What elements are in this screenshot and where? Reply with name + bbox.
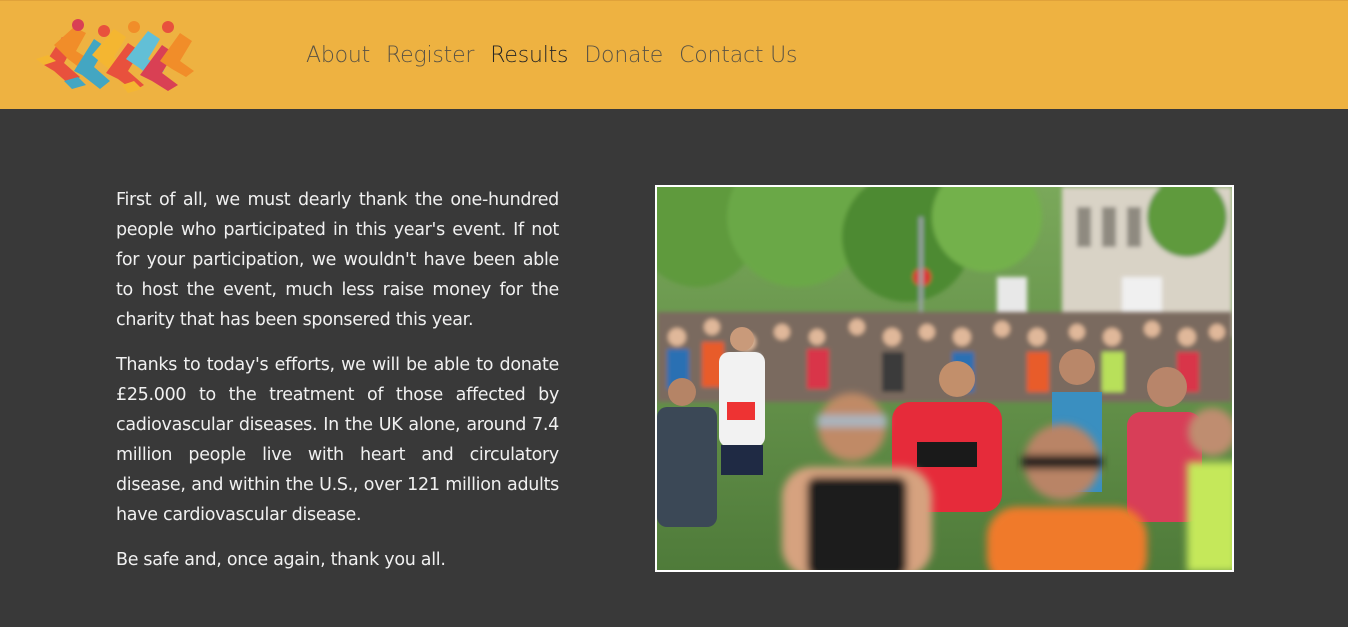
marathon-photo xyxy=(655,185,1234,572)
nav-results[interactable]: Results xyxy=(490,39,568,73)
nav-contact-us[interactable]: Contact Us xyxy=(679,39,797,73)
main-nav: About Register Results Donate Contact Us xyxy=(306,39,813,73)
nav-donate[interactable]: Donate xyxy=(584,39,663,73)
thanks-paragraph: First of all, we must dearly thank the o… xyxy=(116,190,559,330)
donation-paragraph: Thanks to today's efforts, we will be ab… xyxy=(116,355,559,525)
nav-about[interactable]: About xyxy=(306,39,370,73)
results-text: First of all, we must dearly thank the o… xyxy=(116,185,559,590)
site-header: About Register Results Donate Contact Us xyxy=(0,0,1348,109)
runners-logo[interactable] xyxy=(34,15,198,95)
nav-register[interactable]: Register xyxy=(386,39,474,73)
closing-paragraph: Be safe and, once again, thank you all. xyxy=(116,550,446,570)
main-content: First of all, we must dearly thank the o… xyxy=(0,109,1348,627)
